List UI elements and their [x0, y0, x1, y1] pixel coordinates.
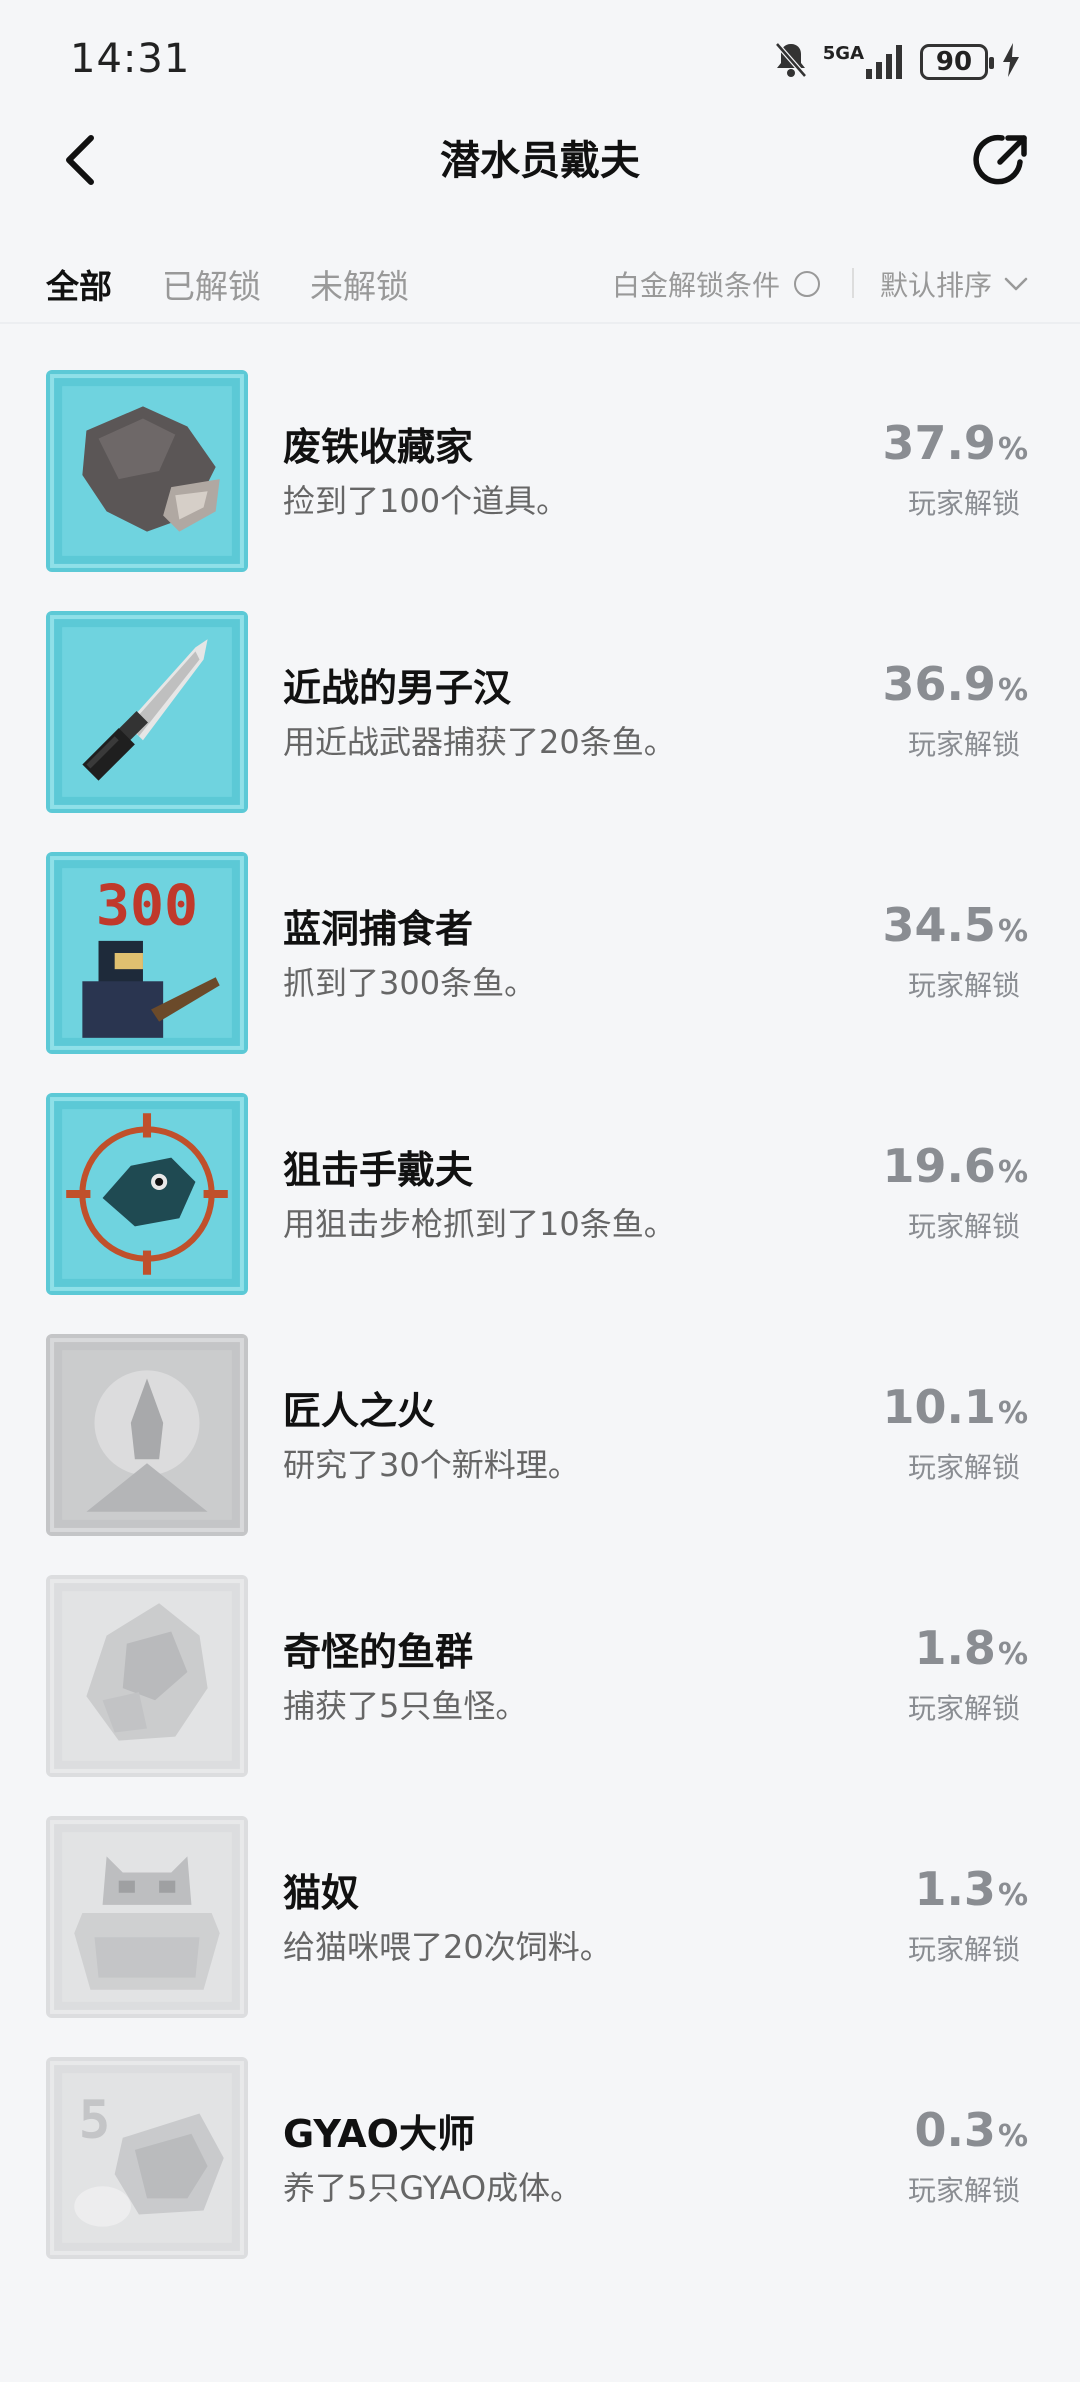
fish-monster-icon [46, 1575, 248, 1777]
svg-text:300: 300 [96, 873, 198, 939]
unlock-rate-label: 玩家解锁 [907, 969, 1020, 1002]
achievement-list: 废铁收藏家 捡到了100个道具。 37.9% 玩家解锁 近战的男子汉 用近战武器… [0, 366, 1080, 2294]
sort-label: 默认排序 [880, 269, 993, 302]
unlock-rate-label: 玩家解锁 [907, 1451, 1020, 1484]
achievement-desc: 捕获了5只鱼怪。 [283, 1687, 528, 1725]
unlock-rate-unit: % [997, 2119, 1028, 2154]
achievement-desc: 用近战武器捕获了20条鱼。 [283, 723, 676, 761]
unlock-rate-value: 0.3 [914, 2103, 996, 2157]
cat-box-icon [46, 1816, 248, 2018]
gyao-icon: 5 [46, 2057, 248, 2259]
knife-icon [46, 611, 248, 813]
unlock-rate-value: 19.6 [882, 1139, 996, 1193]
achievement-name: 猫奴 [283, 1871, 360, 1915]
unlock-rate-value: 37.9 [882, 416, 996, 470]
unlock-rate: 19.6% [882, 1143, 1028, 1189]
unlock-rate-unit: % [997, 1396, 1028, 1431]
unlock-rate-value: 36.9 [882, 657, 996, 711]
page-title: 潜水员戴夫 [440, 138, 640, 184]
nav-bar: 潜水员戴夫 [0, 120, 1080, 200]
achievement-item[interactable]: 废铁收藏家 捡到了100个道具。 37.9% 玩家解锁 [0, 366, 1080, 607]
share-arrow-icon [973, 134, 1027, 185]
unlock-rate-label: 玩家解锁 [907, 2174, 1020, 2207]
mute-bell-icon [773, 40, 809, 84]
unlock-rate-value: 1.3 [914, 1862, 996, 1916]
achievement-item[interactable]: 猫奴 给猫咪喂了20次饲料。 1.3% 玩家解锁 [0, 1812, 1080, 2053]
unlock-rate: 0.3% [914, 2107, 1028, 2153]
achievement-item[interactable]: 5 GYAO大师 养了5只GYAO成体。 0.3% 玩家解锁 [0, 2053, 1080, 2294]
charging-icon [1002, 43, 1020, 81]
status-time: 14:31 [70, 36, 191, 82]
status-icons: 5GA 90 [773, 38, 1020, 86]
diver-300-icon: 300 [46, 852, 248, 1054]
unlock-rate-value: 1.8 [914, 1621, 996, 1675]
share-button[interactable] [970, 128, 1034, 192]
achievement-item[interactable]: 狙击手戴夫 用狙击步枪抓到了10条鱼。 19.6% 玩家解锁 [0, 1089, 1080, 1330]
svg-text:5: 5 [79, 2090, 111, 2151]
unlock-rate-value: 34.5 [882, 898, 996, 952]
achievement-desc: 捡到了100个道具。 [283, 482, 569, 520]
unlock-rate-label: 玩家解锁 [907, 487, 1020, 520]
achievement-item[interactable]: 奇怪的鱼群 捕获了5只鱼怪。 1.8% 玩家解锁 [0, 1571, 1080, 1812]
achievement-desc: 给猫咪喂了20次饲料。 [283, 1928, 612, 1966]
achievement-desc: 用狙击步枪抓到了10条鱼。 [283, 1205, 676, 1243]
sort-dropdown[interactable]: 默认排序 [880, 264, 1028, 304]
radio-circle-icon [794, 271, 821, 297]
unlock-rate-label: 玩家解锁 [907, 728, 1020, 761]
achievement-name: 狙击手戴夫 [283, 1148, 474, 1192]
unlock-rate-value: 10.1 [882, 1380, 996, 1434]
achievement-name: 废铁收藏家 [283, 425, 474, 469]
unlock-rate: 1.3% [914, 1866, 1028, 1912]
unlock-rate-unit: % [997, 673, 1028, 708]
platinum-condition-label: 白金解锁条件 [612, 269, 781, 302]
achievement-name: GYAO大师 [283, 2112, 475, 2156]
unlock-rate-label: 玩家解锁 [907, 1933, 1020, 1966]
unlock-rate-unit: % [997, 432, 1028, 467]
divider [852, 268, 854, 298]
unlock-rate-label: 玩家解锁 [907, 1692, 1020, 1725]
platinum-condition-toggle[interactable]: 白金解锁条件 [612, 264, 821, 304]
unlock-rate: 34.5% [882, 902, 1028, 948]
achievement-desc: 养了5只GYAO成体。 [283, 2169, 583, 2207]
achievement-name: 匠人之火 [283, 1389, 436, 1433]
achievement-item[interactable]: 近战的男子汉 用近战武器捕获了20条鱼。 36.9% 玩家解锁 [0, 607, 1080, 848]
flame-icon [46, 1334, 248, 1536]
achievement-item[interactable]: 300 蓝洞捕食者 抓到了300条鱼。 34.5% 玩家解锁 [0, 848, 1080, 1089]
unlock-rate-unit: % [997, 1155, 1028, 1190]
unlock-rate: 10.1% [882, 1384, 1028, 1430]
achievement-desc: 研究了30个新料理。 [283, 1446, 580, 1484]
tab-unlocked[interactable]: 已解锁 [162, 260, 261, 308]
battery-indicator: 90 [920, 44, 994, 80]
unlock-rate: 1.8% [914, 1625, 1028, 1671]
signal-icon: 5GA [823, 45, 906, 79]
achievement-item[interactable]: 匠人之火 研究了30个新料理。 10.1% 玩家解锁 [0, 1330, 1080, 1571]
unlock-rate: 37.9% [882, 420, 1028, 466]
unlock-rate: 36.9% [882, 661, 1028, 707]
achievement-desc: 抓到了300条鱼。 [283, 964, 537, 1002]
achievement-name: 近战的男子汉 [283, 666, 512, 710]
status-bar: 14:31 5GA 90 [0, 0, 1080, 120]
achievement-name: 奇怪的鱼群 [283, 1630, 474, 1674]
filter-bar: 全部 已解锁 未解锁 白金解锁条件 默认排序 [0, 240, 1080, 324]
tab-locked[interactable]: 未解锁 [310, 260, 409, 308]
scrap-metal-icon [46, 370, 248, 572]
unlock-rate-unit: % [997, 914, 1028, 949]
unlock-rate-unit: % [997, 1878, 1028, 1913]
unlock-rate-unit: % [997, 1637, 1028, 1672]
chevron-down-icon [1004, 277, 1028, 291]
crosshair-fish-icon [46, 1093, 248, 1295]
tab-all[interactable]: 全部 [46, 260, 112, 308]
achievement-name: 蓝洞捕食者 [283, 907, 474, 951]
unlock-rate-label: 玩家解锁 [907, 1210, 1020, 1243]
network-label: 5GA [822, 43, 864, 64]
